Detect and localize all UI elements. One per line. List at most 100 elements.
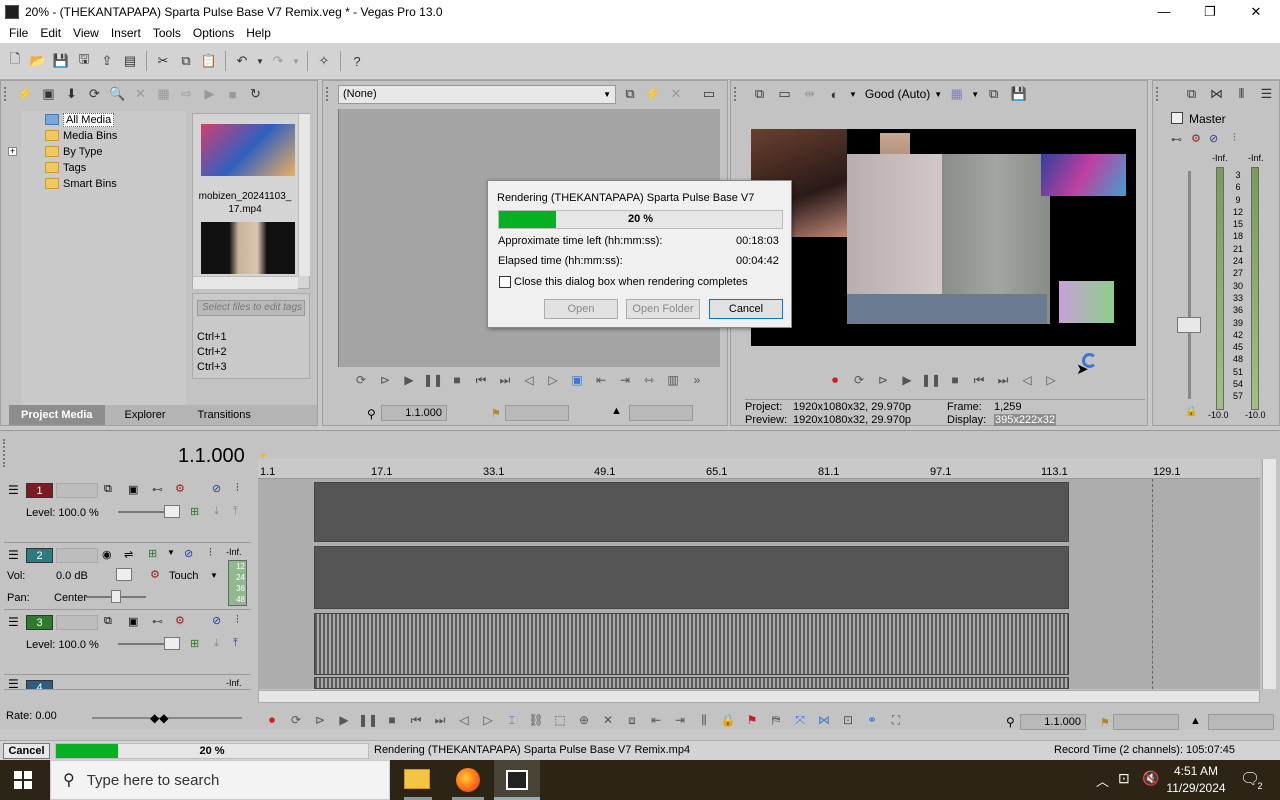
tree-item-all-media[interactable]: All Media — [21, 112, 186, 128]
pause-icon[interactable]: ❚❚ — [358, 713, 378, 731]
next-frame-icon[interactable]: ▷ — [478, 713, 498, 731]
play-from-start-icon[interactable]: ⊳ — [873, 373, 893, 391]
track-fx-chain-icon[interactable]: ⊞ — [148, 547, 157, 560]
redo-dropdown-icon[interactable]: ▼ — [291, 51, 301, 71]
master-fx-icon[interactable]: ⚙ — [1191, 132, 1201, 145]
go-start-icon[interactable]: ⏮ — [471, 373, 491, 391]
track-name-field[interactable] — [56, 615, 98, 630]
taskbar-search-box[interactable]: ⚲ Type here to search — [50, 760, 390, 800]
track-menu-icon[interactable]: ☰ — [8, 615, 19, 629]
timeline-vscrollbar[interactable] — [1262, 459, 1276, 689]
tree-item-smart-bins[interactable]: Smart Bins — [21, 176, 186, 192]
open-folder-icon[interactable]: 📂 — [28, 51, 48, 71]
menu-insert[interactable]: Insert — [105, 26, 147, 40]
audio-clip-track-4[interactable] — [314, 677, 1069, 689]
render-icon[interactable]: ⇪ — [97, 51, 117, 71]
redo-icon[interactable]: ↷ — [268, 51, 288, 71]
track-header-4[interactable]: ☰ 4 -Inf. — [4, 676, 251, 690]
vegas-taskbar-button[interactable] — [494, 760, 540, 800]
paste-icon[interactable]: 📋 — [199, 51, 219, 71]
compositing-icon[interactable]: ▣ — [128, 615, 138, 628]
loop-icon[interactable]: ⟳ — [286, 713, 306, 731]
new-project-icon[interactable]: 🗋 — [5, 51, 25, 71]
close-button[interactable]: ✕ — [1233, 0, 1279, 23]
trimmer-media-dropdown[interactable]: (None) ▼ — [338, 85, 616, 104]
video-fx-icon[interactable]: ⇹ — [799, 84, 820, 105]
next-frame-icon[interactable]: ▷ — [543, 373, 563, 391]
status-cancel-button[interactable]: Cancel — [3, 743, 50, 759]
undo-dropdown-icon[interactable]: ▼ — [255, 51, 265, 71]
ignore-grouping-icon[interactable]: ⛶ — [886, 713, 906, 731]
track-name-field[interactable] — [56, 548, 98, 563]
delete-icon[interactable]: ✕ — [598, 713, 618, 731]
tree-item-tags[interactable]: Tags — [21, 160, 186, 176]
cut-icon[interactable]: ✂ — [153, 51, 173, 71]
chevron-down-icon[interactable]: ▼ — [210, 571, 218, 580]
lock-icon[interactable]: 🔒 — [1185, 406, 1197, 417]
overlays-icon[interactable]: ▦ — [946, 84, 967, 105]
go-end-icon[interactable]: ⏭ — [495, 373, 515, 391]
search-media-icon[interactable]: 🔍 — [107, 84, 128, 105]
more-icon[interactable]: » — [687, 373, 707, 391]
panel-grip[interactable] — [734, 87, 738, 101]
arrow-up-icon[interactable]: ⤒ — [233, 505, 238, 518]
invert-phase-icon[interactable]: ⇌ — [124, 548, 133, 561]
prev-frame-icon[interactable]: ◁ — [1017, 373, 1037, 391]
track-header-2[interactable]: ☰ 2 ◉ ⇌ ⊞ ▼ ⊘ ⫶ -Inf. 12 24 36 48 Vol: 0.0 … — [4, 544, 251, 610]
menu-edit[interactable]: Edit — [34, 26, 67, 40]
tag-shortcut[interactable]: Ctrl+3 — [197, 360, 227, 375]
zoom-tool-icon[interactable]: ⊕ — [574, 713, 594, 731]
stop-icon[interactable]: ■ — [447, 373, 467, 391]
trimmer-fx-icon[interactable]: ⚡ — [643, 84, 663, 104]
normal-edit-tool-icon[interactable]: ⌶ — [502, 713, 522, 731]
automation-icon[interactable]: ⚙ — [150, 568, 160, 581]
solo-icon[interactable]: ⫶ — [236, 482, 239, 495]
trimmer-clear-icon[interactable]: ✕ — [666, 84, 686, 104]
go-end-icon[interactable]: ⏭ — [993, 373, 1013, 391]
auto-preview-icon[interactable]: ↻ — [245, 84, 266, 105]
filmstrip-icon[interactable]: ▥ — [663, 373, 683, 391]
play-from-start-icon[interactable]: ⊳ — [310, 713, 330, 731]
menu-file[interactable]: File — [3, 26, 34, 40]
loop-icon[interactable]: ⟳ — [351, 373, 371, 391]
maximize-button[interactable]: ❐ — [1187, 0, 1233, 23]
solo-icon[interactable]: ⫶ — [209, 547, 212, 560]
downmix-icon[interactable]: ⋈ — [1206, 84, 1227, 105]
track-eq-icon[interactable]: ⊷ — [152, 615, 163, 628]
refresh-icon[interactable]: ⟳ — [84, 84, 105, 105]
open-button[interactable]: Open — [544, 299, 618, 319]
selection-icon[interactable]: ▣ — [567, 373, 587, 391]
level-slider-thumb[interactable] — [164, 505, 180, 518]
master-mixer-icon[interactable]: ⫶ — [1233, 132, 1236, 145]
tree-item-by-type[interactable]: + By Type — [8, 144, 186, 160]
mute-icon[interactable]: ⊘ — [184, 547, 193, 560]
track-fx-chain-icon[interactable]: ⊞ — [190, 505, 199, 518]
show-hidden-icons-icon[interactable]: ︿ — [1096, 771, 1109, 790]
mute-icon[interactable]: ⊘ — [212, 482, 221, 495]
master-properties-icon[interactable]: ⧉ — [1181, 84, 1202, 105]
properties-icon[interactable]: ▤ — [120, 51, 140, 71]
trimmer-timecode[interactable]: 1.1.000 — [381, 405, 447, 421]
playhead-icon[interactable]: ▼ — [258, 451, 268, 462]
rate-slider-thumb[interactable]: ◆◆ — [150, 711, 168, 725]
thumbnail-scrollbar[interactable] — [298, 114, 310, 276]
play-from-start-icon[interactable]: ⊳ — [375, 373, 395, 391]
ripple-edit-icon[interactable]: ⊡ — [838, 713, 858, 731]
master-eq-icon[interactable]: ⊷ — [1171, 133, 1182, 146]
clock-time[interactable]: 4:51 AM — [1166, 764, 1226, 778]
tree-item-media-bins[interactable]: Media Bins — [21, 128, 186, 144]
go-start-icon[interactable]: ⏮ — [969, 373, 989, 391]
timeline-hscrollbar[interactable] — [258, 690, 1260, 703]
tag-search-input[interactable]: Select files to edit tags — [197, 300, 305, 316]
go-end-icon[interactable]: ⏭ — [430, 713, 450, 731]
expand-icon[interactable]: + — [8, 147, 17, 156]
play-icon[interactable]: ▶ — [399, 373, 419, 391]
copy-snapshot-icon[interactable]: ⧉ — [983, 84, 1004, 105]
envelope-tool-icon[interactable]: ⛓ — [526, 713, 546, 731]
solo-icon[interactable]: ⫶ — [236, 614, 239, 627]
timeline-length-field[interactable] — [1208, 714, 1274, 730]
trim-start-icon[interactable]: ⇤ — [646, 713, 666, 731]
video-clip-track-1[interactable] — [314, 482, 1069, 542]
play-icon[interactable]: ▶ — [897, 373, 917, 391]
preview-properties-icon[interactable]: ⧉ — [749, 84, 770, 105]
